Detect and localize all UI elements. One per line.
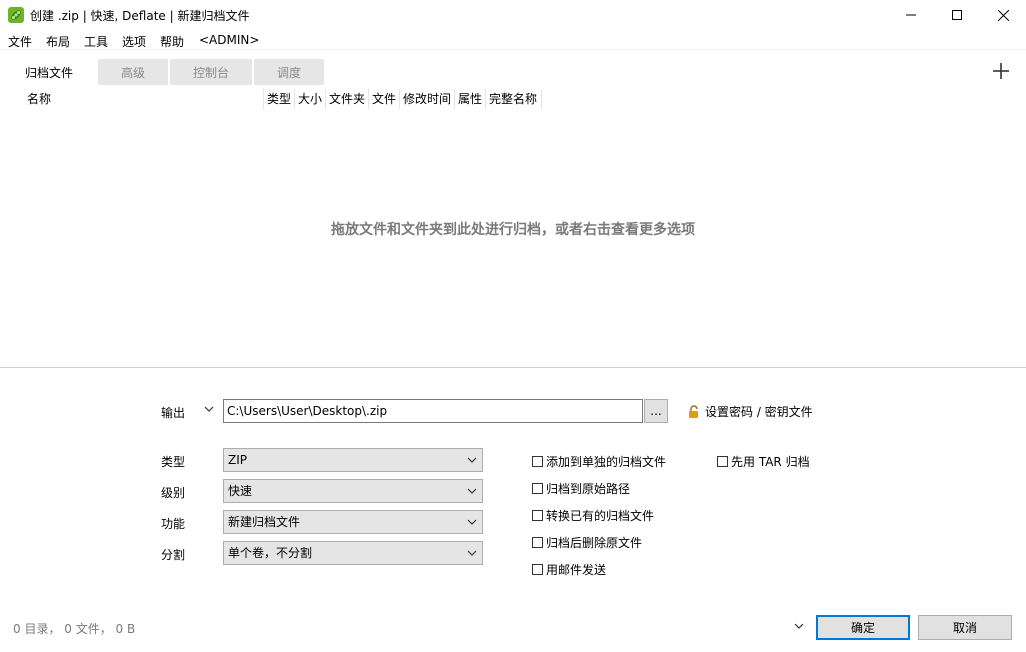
chevron-down-icon <box>467 511 477 540</box>
drop-hint: 拖放文件和文件夹到此处进行归档，或者右击查看更多选项 <box>331 222 695 238</box>
menu-admin[interactable]: <ADMIN> <box>199 33 259 47</box>
tar-first-checkbox[interactable]: 先用 TAR 归档 <box>717 453 810 470</box>
delete-after-label: 归档后删除原文件 <box>546 536 643 550</box>
set-password-link[interactable]: 设置密码 / 密钥文件 <box>687 403 813 420</box>
menu-file[interactable]: 文件 <box>8 33 32 50</box>
delete-after-checkbox[interactable]: 归档后删除原文件 <box>532 534 642 551</box>
tar-first-label: 先用 TAR 归档 <box>731 455 810 469</box>
tab-advanced[interactable]: 高级 <box>98 59 168 85</box>
maximize-icon <box>952 10 962 20</box>
original-path-checkbox[interactable]: 归档到原始路径 <box>532 480 630 497</box>
add-separate-label: 添加到单独的归档文件 <box>546 455 667 469</box>
window-title: 创建 .zip | 快速, Deflate | 新建归档文件 <box>30 9 250 23</box>
browse-button[interactable]: ... <box>644 399 668 423</box>
minimize-icon <box>906 14 916 16</box>
menu-divider <box>0 49 1026 50</box>
level-value: 快速 <box>228 484 253 498</box>
checkbox-box[interactable] <box>532 564 543 575</box>
tab-console[interactable]: 控制台 <box>170 59 252 85</box>
app-icon <box>8 7 24 23</box>
tab-schedule[interactable]: 调度 <box>254 59 324 85</box>
column-fullname[interactable]: 完整名称 <box>486 89 542 109</box>
type-label: 类型 <box>161 455 186 469</box>
plus-icon <box>993 63 1009 79</box>
checkbox-box[interactable] <box>532 456 543 467</box>
menu-layout[interactable]: 布局 <box>46 33 70 50</box>
chevron-down-icon <box>794 623 804 629</box>
convert-existing-label: 转换已有的归档文件 <box>546 509 655 523</box>
menu-options[interactable]: 选项 <box>122 33 146 50</box>
column-folders[interactable]: 文件夹 <box>326 89 369 109</box>
column-files[interactable]: 文件 <box>369 89 400 109</box>
menu-bar: 文件 布局 工具 选项 帮助 <ADMIN> <box>0 30 1026 50</box>
chevron-down-icon <box>204 406 214 412</box>
checkbox-box[interactable] <box>532 483 543 494</box>
column-attributes[interactable]: 属性 <box>455 89 486 109</box>
function-select[interactable]: 新建归档文件 <box>223 510 483 534</box>
column-type[interactable]: 类型 <box>264 89 295 109</box>
type-value: ZIP <box>228 453 247 467</box>
chevron-down-icon <box>467 542 477 571</box>
more-options-dropdown[interactable] <box>794 620 804 634</box>
type-select[interactable]: ZIP <box>223 448 483 472</box>
chevron-down-icon <box>467 480 477 509</box>
set-password-label: 设置密码 / 密钥文件 <box>705 405 813 419</box>
close-button[interactable] <box>980 0 1026 30</box>
padlock-open-icon <box>689 404 698 418</box>
tab-archive[interactable]: 归档文件 <box>14 59 84 85</box>
add-tab-button[interactable] <box>990 60 1012 82</box>
function-label: 功能 <box>161 517 186 531</box>
column-name[interactable]: 名称 <box>24 89 264 109</box>
original-path-label: 归档到原始路径 <box>546 482 631 496</box>
convert-existing-checkbox[interactable]: 转换已有的归档文件 <box>532 507 654 524</box>
output-label: 输出 <box>161 406 186 420</box>
checkbox-box[interactable] <box>532 510 543 521</box>
level-select[interactable]: 快速 <box>223 479 483 503</box>
column-modified[interactable]: 修改时间 <box>400 89 455 109</box>
close-icon <box>997 9 1009 21</box>
add-separate-checkbox[interactable]: 添加到单独的归档文件 <box>532 453 666 470</box>
chevron-down-icon <box>467 449 477 478</box>
send-mail-checkbox[interactable]: 用邮件发送 <box>532 561 606 578</box>
minimize-button[interactable] <box>888 0 934 30</box>
split-label: 分割 <box>161 548 186 562</box>
title-bar: 创建 .zip | 快速, Deflate | 新建归档文件 <box>0 0 1026 30</box>
cancel-button[interactable]: 取消 <box>918 615 1012 640</box>
menu-help[interactable]: 帮助 <box>160 33 184 50</box>
column-size[interactable]: 大小 <box>295 89 326 109</box>
level-label: 级别 <box>161 486 186 500</box>
split-select[interactable]: 单个卷，不分割 <box>223 541 483 565</box>
maximize-button[interactable] <box>934 0 980 30</box>
output-history-dropdown[interactable] <box>204 403 214 417</box>
ok-button[interactable]: 确定 <box>816 615 910 640</box>
send-mail-label: 用邮件发送 <box>546 563 607 577</box>
checkbox-box[interactable] <box>717 456 728 467</box>
split-value: 单个卷，不分割 <box>228 546 313 560</box>
checkbox-box[interactable] <box>532 537 543 548</box>
function-value: 新建归档文件 <box>228 515 301 529</box>
output-path-input[interactable] <box>223 399 643 423</box>
status-text: 0 目录， 0 文件， 0 B <box>13 622 136 636</box>
menu-tools[interactable]: 工具 <box>84 33 108 50</box>
